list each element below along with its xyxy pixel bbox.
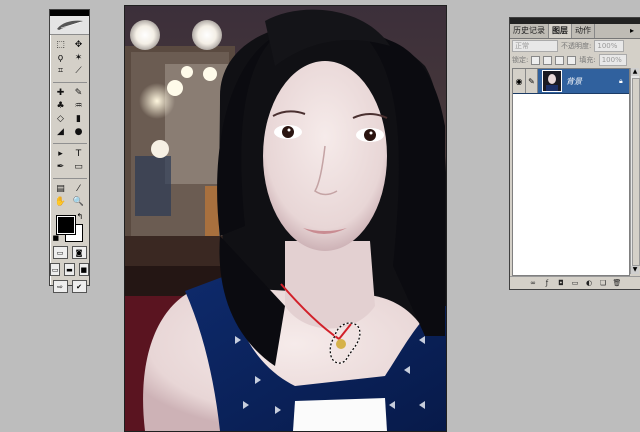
adjustment-layer-icon[interactable]: ◐ <box>585 279 594 288</box>
tool-separator <box>52 78 87 83</box>
jump-to-imageready-icon[interactable]: ⇨ <box>52 280 68 293</box>
layer-list: ◉ ✎ 背景 🔒︎ <box>512 68 630 276</box>
swap-colors-icon[interactable]: ↰ <box>77 212 84 221</box>
slice-tool-icon[interactable]: ⟋ <box>71 65 87 77</box>
history-brush-tool-icon[interactable]: ♒ <box>71 100 87 112</box>
magic-wand-tool-icon[interactable]: ✶ <box>71 52 87 64</box>
photoshop-feather-logo[interactable] <box>50 16 89 35</box>
lasso-tool-icon[interactable]: ϙ <box>53 52 69 64</box>
layer-lock-icon: 🔒︎ <box>619 76 623 85</box>
foreground-color-swatch[interactable] <box>55 215 76 235</box>
blur-tool-icon[interactable]: ◢ <box>53 126 69 138</box>
blend-mode-select[interactable]: 正常 <box>512 40 558 52</box>
lock-transparency-icon[interactable] <box>531 55 541 65</box>
layer-thumbnail <box>542 70 562 92</box>
layer-list-scrollbar[interactable]: ▲ ▼ <box>630 68 640 274</box>
standard-screen-mode-icon[interactable]: ▭ <box>50 263 61 276</box>
standard-mode-icon[interactable]: ▭ <box>52 246 68 259</box>
healing-brush-tool-icon[interactable]: ✚ <box>53 87 69 99</box>
brush-link-icon[interactable]: ✎ <box>526 69 538 93</box>
full-screen-mode-icon[interactable]: ■ <box>78 263 89 276</box>
layers-footer-bar: ∞ ƒ ◘ ▭ ◐ ❏ 🗑︎ <box>510 276 640 289</box>
gradient-tool-icon[interactable]: ▮ <box>71 113 87 125</box>
lock-label: 锁定: <box>512 56 529 64</box>
fill-field[interactable]: 100% <box>598 54 627 66</box>
eyedropper-tool-icon[interactable]: ⁄ <box>71 183 87 195</box>
move-tool-icon[interactable]: ✥ <box>71 39 87 51</box>
notes-tool-icon[interactable]: ▤ <box>53 183 69 195</box>
layer-style-icon[interactable]: ƒ <box>543 279 552 288</box>
layer-row-background[interactable]: ◉ ✎ 背景 🔒︎ <box>513 69 629 94</box>
document-canvas[interactable] <box>124 5 447 432</box>
new-group-icon[interactable]: ▭ <box>571 279 580 288</box>
lock-image-icon[interactable] <box>543 55 553 65</box>
clone-stamp-tool-icon[interactable]: ♣ <box>53 100 69 112</box>
type-tool-icon[interactable]: T <box>71 148 87 160</box>
lock-position-icon[interactable] <box>555 55 565 65</box>
delete-layer-icon[interactable]: 🗑︎ <box>613 279 622 288</box>
layer-name: 背景 <box>566 76 582 86</box>
new-layer-icon[interactable]: ❏ <box>599 279 608 288</box>
quick-mask-mode-icon[interactable]: ◙ <box>71 246 87 259</box>
palette-menu-icon[interactable]: ▸ <box>630 24 640 38</box>
shape-tool-icon[interactable]: ▭ <box>71 161 87 173</box>
tool-separator <box>52 174 87 179</box>
opacity-label: 不透明度: <box>561 42 592 50</box>
dodge-tool-icon[interactable]: ● <box>71 126 87 138</box>
brush-tool-icon[interactable]: ✎ <box>71 87 87 99</box>
portrait-photo <box>125 6 446 431</box>
tab-actions[interactable]: 动作 <box>572 24 595 38</box>
scroll-down-arrow-icon[interactable]: ▼ <box>631 266 639 274</box>
hand-tool-icon[interactable]: ✋ <box>53 196 69 208</box>
default-colors-icon[interactable]: ■ <box>53 234 60 242</box>
scroll-thumb[interactable] <box>632 78 640 266</box>
path-selection-tool-icon[interactable]: ▸ <box>53 148 69 160</box>
zoom-tool-icon[interactable]: 🔍 <box>71 196 87 208</box>
marquee-tool-icon[interactable]: ⬚ <box>53 39 69 51</box>
tools-palette: ⬚ ✥ ϙ ✶ ⌗ ⟋ ✚ ✎ ♣ ♒ ◇ ▮ ◢ ● ▸ T ✒ ▭ ▤ ⁄ … <box>49 9 90 293</box>
tool-separator <box>52 139 87 144</box>
color-swatches: ■ ↰ <box>53 212 87 242</box>
link-layers-icon[interactable]: ∞ <box>529 279 538 288</box>
eye-icon[interactable]: ◉ <box>513 69 526 93</box>
lock-all-icon[interactable] <box>567 55 577 65</box>
edit-icon[interactable]: ✔ <box>71 280 87 293</box>
fill-label: 填充: <box>579 56 596 64</box>
pen-tool-icon[interactable]: ✒ <box>53 161 69 173</box>
opacity-field[interactable]: 100% <box>594 40 625 52</box>
crop-tool-icon[interactable]: ⌗ <box>53 65 69 77</box>
full-screen-menubar-icon[interactable]: ▬ <box>64 263 75 276</box>
layers-palette: 历史记录 图层 动作 ▸ 正常 不透明度: 100% 锁定: 填充: 100% … <box>509 17 640 290</box>
tab-history[interactable]: 历史记录 <box>510 24 549 38</box>
layer-mask-icon[interactable]: ◘ <box>557 279 566 288</box>
tab-layers[interactable]: 图层 <box>549 24 572 38</box>
eraser-tool-icon[interactable]: ◇ <box>53 113 69 125</box>
scroll-up-arrow-icon[interactable]: ▲ <box>631 68 639 76</box>
